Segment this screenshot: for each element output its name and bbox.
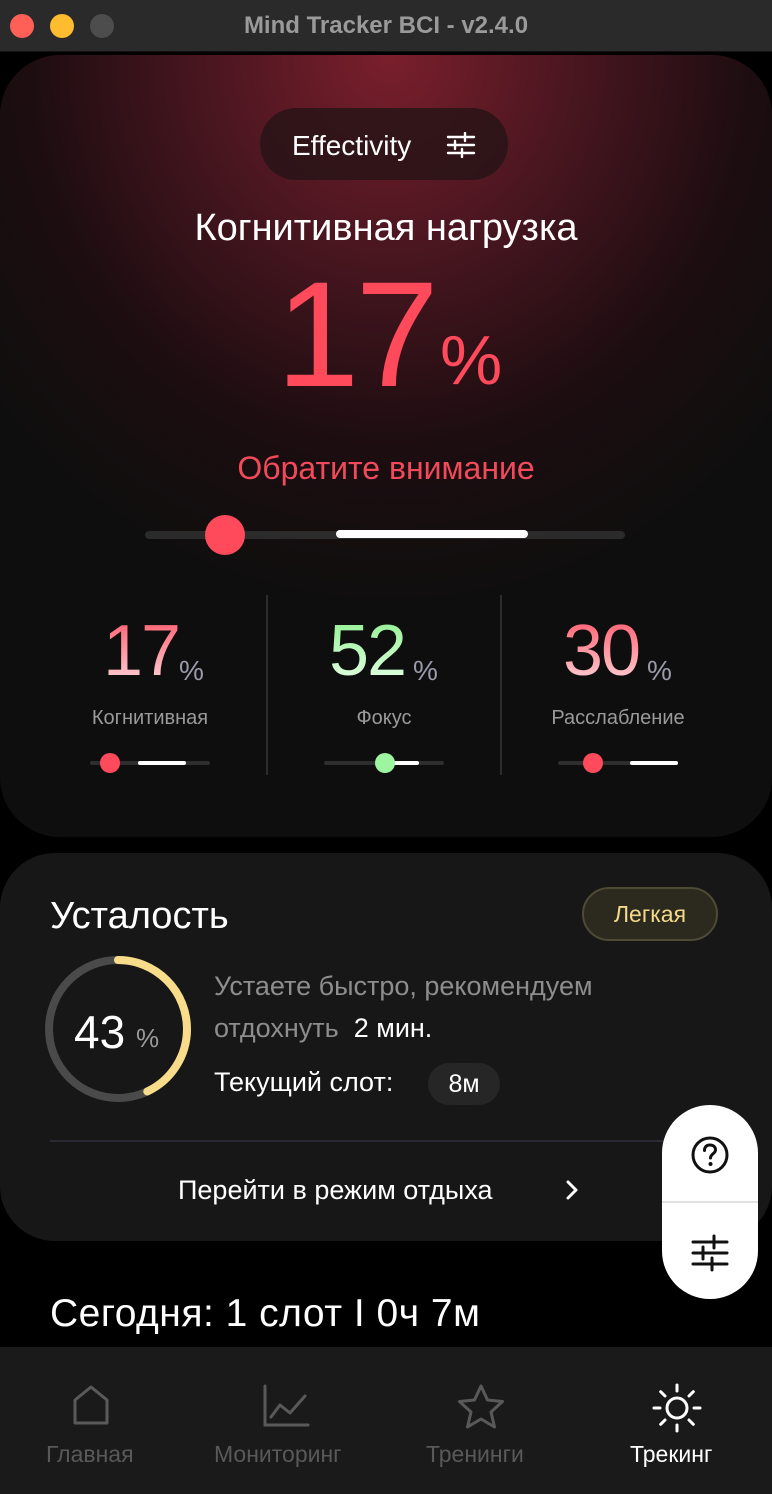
metric-target-range bbox=[138, 761, 186, 765]
fatigue-level-badge: Легкая bbox=[582, 887, 718, 941]
fatigue-advice: Устаете быстро, рекомендуем отдохнуть 2 … bbox=[214, 965, 593, 1049]
nav-item-tracking[interactable]: Трекинг bbox=[626, 1347, 728, 1494]
nav-item-monitoring[interactable]: Мониторинг bbox=[210, 1347, 362, 1494]
nav-label: Тренинги bbox=[426, 1441, 524, 1467]
metric-indicator bbox=[375, 753, 395, 773]
cognitive-load-indicator bbox=[205, 515, 245, 555]
bottom-navigation: Главная Мониторинг Тренинги Трекинг bbox=[0, 1347, 772, 1494]
fatigue-unit: % bbox=[136, 1023, 160, 1053]
hero-title: Когнитивная нагрузка bbox=[194, 207, 578, 249]
metric-name: Фокус bbox=[356, 707, 412, 729]
current-slot-label: Текущий слот: bbox=[214, 1067, 394, 1097]
fatigue-advice-line1: Устаете быстро, рекомендуем bbox=[214, 971, 593, 1001]
fatigue-percent: 43 bbox=[74, 1006, 126, 1058]
metric-name: Когнитивная bbox=[91, 707, 209, 729]
mode-label: Effectivity bbox=[292, 130, 412, 161]
fatigue-advice-rest: отдохнуть bbox=[214, 1013, 339, 1043]
metric-name: Расслабление bbox=[551, 707, 685, 729]
current-slot-value: 8м bbox=[428, 1063, 500, 1105]
nav-label: Главная bbox=[46, 1441, 134, 1467]
metric-unit: % bbox=[179, 655, 204, 686]
metric-target-range bbox=[630, 761, 678, 765]
metric-value: 52 bbox=[329, 611, 407, 691]
sun-icon bbox=[652, 1383, 702, 1433]
window-titlebar: Mind Tracker BCI - v2.4.0 bbox=[0, 0, 772, 52]
floating-tools-panel bbox=[662, 1105, 758, 1299]
sliders-icon bbox=[446, 132, 476, 158]
floating-panel-divider bbox=[662, 1201, 758, 1203]
star-icon bbox=[458, 1384, 504, 1429]
fatigue-advice-time: 2 мин. bbox=[353, 1013, 433, 1043]
metric-unit: % bbox=[647, 655, 672, 686]
rest-mode-link[interactable]: Перейти в режим отдыха bbox=[178, 1175, 493, 1206]
metric-value: 30 bbox=[563, 611, 641, 691]
mode-selector-button[interactable]: Effectivity bbox=[260, 108, 508, 180]
window-title: Mind Tracker BCI - v2.4.0 bbox=[243, 12, 529, 39]
fatigue-card: Усталость Легкая 43 % Устаете быстро, ре… bbox=[0, 853, 772, 1241]
metric-relaxation: 30 % Расслабление bbox=[501, 615, 735, 795]
metric-indicator bbox=[100, 753, 120, 773]
metric-unit: % bbox=[413, 655, 438, 686]
cognitive-load-card: Effectivity Когнитивная нагрузка 17 % Об… bbox=[0, 55, 772, 837]
metric-focus: 52 % Фокус bbox=[267, 615, 501, 795]
metric-indicator bbox=[583, 753, 603, 773]
nav-item-home[interactable]: Главная bbox=[40, 1347, 140, 1494]
chevron-right-icon[interactable] bbox=[562, 1177, 582, 1203]
sliders-icon[interactable] bbox=[690, 1233, 730, 1273]
nav-label: Трекинг bbox=[630, 1441, 713, 1467]
help-circle-icon[interactable] bbox=[690, 1135, 730, 1175]
cognitive-load-value: 17 bbox=[276, 250, 439, 418]
fatigue-title: Усталость bbox=[50, 895, 229, 937]
chart-line-icon bbox=[263, 1384, 310, 1427]
metric-cognitive: 17 % Когнитивная bbox=[33, 615, 267, 795]
metric-value: 17 bbox=[103, 611, 181, 691]
cognitive-load-target-range bbox=[336, 530, 528, 538]
home-icon bbox=[73, 1385, 109, 1425]
today-summary: Сегодня: 1 слот I 0ч 7м bbox=[50, 1292, 481, 1335]
cognitive-load-unit: % bbox=[440, 321, 503, 399]
nav-item-trainings[interactable]: Тренинги bbox=[420, 1347, 542, 1494]
cognitive-load-status: Обратите внимание bbox=[237, 450, 535, 486]
nav-label: Мониторинг bbox=[214, 1441, 342, 1467]
fatigue-divider bbox=[50, 1140, 724, 1142]
